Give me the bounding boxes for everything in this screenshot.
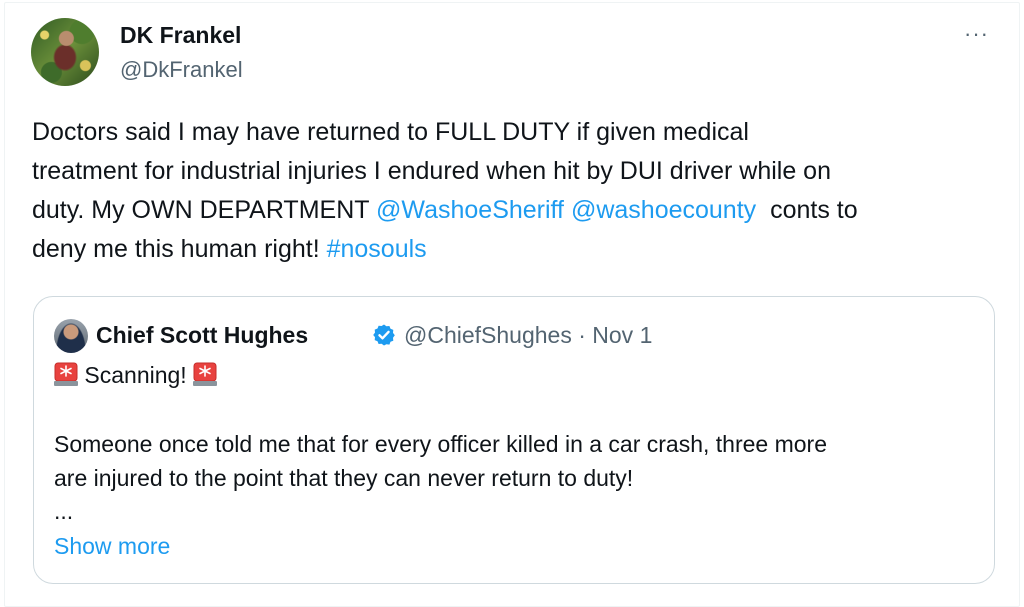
tweet-line: deny me this human right! #nosouls xyxy=(32,230,1007,269)
tweet-text-segment: duty. My OWN DEPARTMENT xyxy=(32,196,377,224)
police-light-icon xyxy=(54,362,78,386)
author-handle[interactable]: @DkFrankel xyxy=(120,55,243,85)
author-name[interactable]: DK Frankel xyxy=(120,20,241,50)
quoted-tweet[interactable]: Chief Scott Hughes @ChiefShughes · Nov 1… xyxy=(33,296,995,584)
tweet-text: Doctors said I may have returned to FULL… xyxy=(32,113,1007,269)
show-more-link[interactable]: Show more xyxy=(54,530,170,562)
verified-badge-icon xyxy=(373,324,395,346)
author-avatar[interactable] xyxy=(31,18,99,86)
quoted-body-line: are injured to the point that they can n… xyxy=(54,465,634,491)
tweet-text-segment: deny me this human right! xyxy=(32,235,327,263)
tweet-line: duty. My OWN DEPARTMENT @WashoeSheriff @… xyxy=(32,191,1007,230)
quoted-scanning-text: Scanning! xyxy=(78,362,194,388)
quoted-author-avatar xyxy=(54,319,88,353)
police-light-icon xyxy=(193,362,218,386)
mention-washoecounty-link[interactable]: @washoecounty xyxy=(571,196,756,224)
tweet-line: Doctors said I may have returned to FULL… xyxy=(32,118,749,146)
quoted-ellipsis: ... xyxy=(54,498,74,524)
tweet-text-segment: conts to xyxy=(756,196,858,224)
quoted-handle-date: @ChiefShughes · Nov 1 xyxy=(404,322,653,348)
more-options-icon[interactable]: ··· xyxy=(964,22,989,46)
quoted-author-name: Chief Scott Hughes xyxy=(96,322,309,348)
quoted-scanning-line: Scanning! xyxy=(54,359,218,391)
tweet-line: treatment for industrial injuries I endu… xyxy=(32,157,831,185)
mention-washoesheriff-link[interactable]: @WashoeSheriff xyxy=(376,196,564,224)
quoted-body-line: Someone once told me that for every offi… xyxy=(54,431,828,457)
hashtag-nosouls-link[interactable]: #nosouls xyxy=(327,235,427,263)
